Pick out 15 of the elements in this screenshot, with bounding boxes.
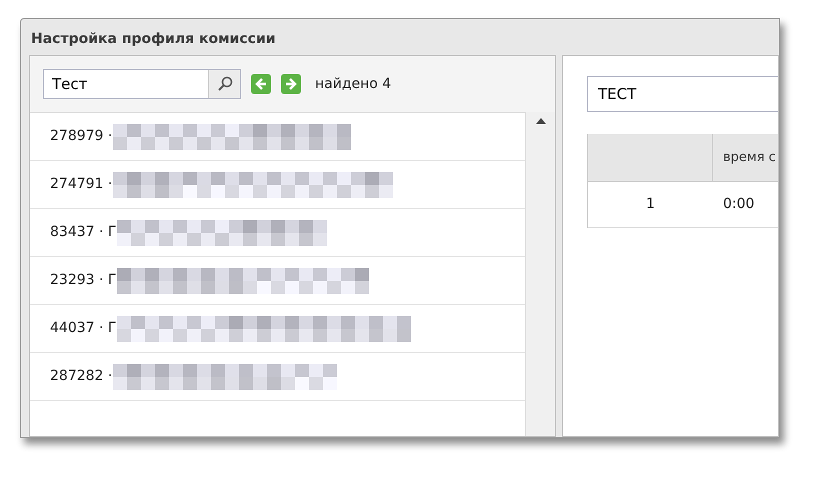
list-item[interactable]: 23293 · Г (30, 257, 525, 305)
list-item[interactable]: 278979 · (30, 113, 525, 161)
search-icon[interactable] (208, 70, 240, 98)
list-item[interactable]: 287282 · (30, 353, 525, 401)
scroll-up-icon[interactable] (536, 118, 546, 124)
list-item[interactable]: 83437 · Г (30, 209, 525, 257)
scrollbar[interactable] (525, 112, 555, 436)
table-cell-text: 0:00 (722, 195, 756, 214)
list-item[interactable]: 44037 · Г (30, 305, 525, 353)
table-cell-text: 1 (645, 195, 656, 214)
window-title: Настройка профиля комиссии (30, 30, 277, 49)
search-field[interactable]: Тест (43, 69, 241, 99)
found-count: найдено 4 (315, 74, 392, 94)
name-field[interactable]: ТЕСТ (587, 76, 778, 112)
list-item[interactable]: 274791 · (30, 161, 525, 209)
